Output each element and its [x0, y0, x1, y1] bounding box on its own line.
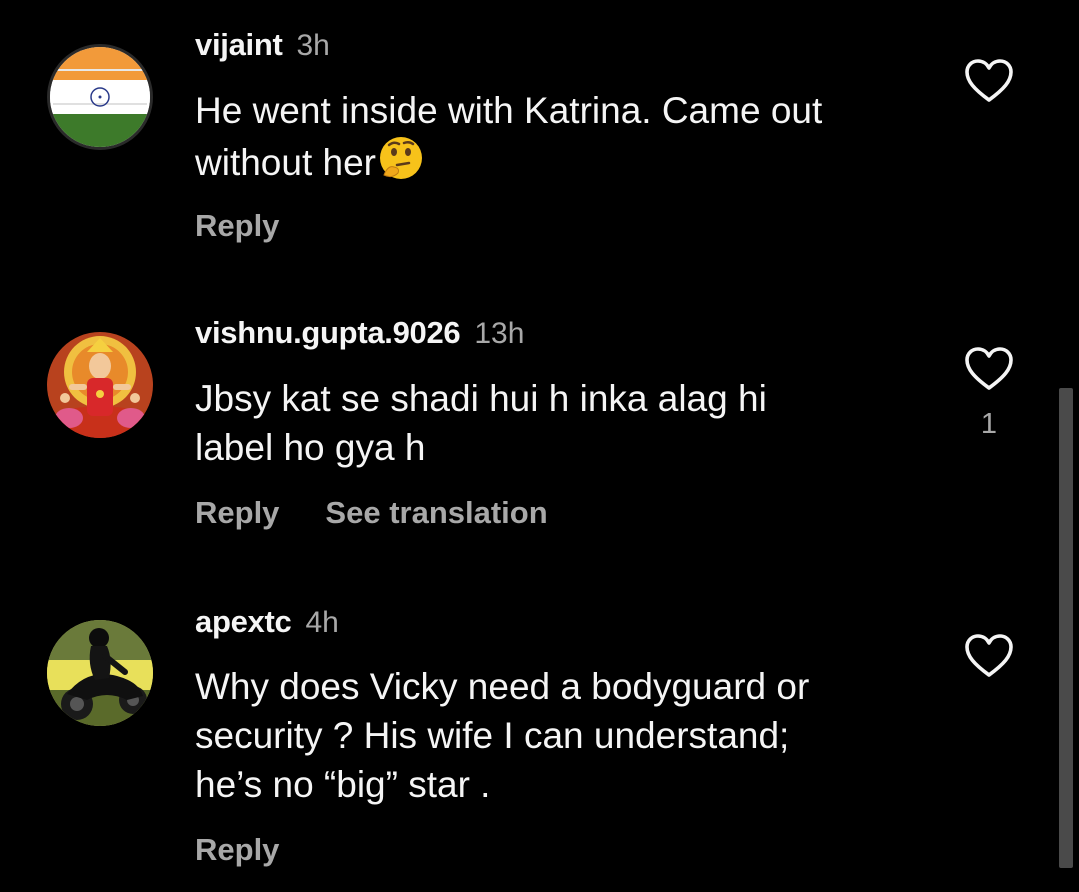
comment-text-line: he’s no “big” star .: [195, 764, 491, 805]
like-count: 1: [980, 408, 998, 440]
see-translation-button[interactable]: See translation: [325, 495, 547, 530]
comment-text-line: without her: [195, 142, 376, 183]
avatar-image: [50, 47, 150, 147]
username[interactable]: vijaint: [195, 27, 283, 62]
heart-outline-icon[interactable]: [964, 58, 1014, 104]
comment-header: apextc 4h: [195, 604, 339, 646]
comment-text-line: He went inside with Katrina. Came out: [195, 90, 823, 131]
comment-text-line: Jbsy kat se shadi hui h inka alag hi: [195, 378, 767, 419]
comment-header: vijaint 3h: [195, 27, 330, 69]
comment-text: Why does Vicky need a bodyguard or secur…: [195, 662, 809, 809]
avatar-image: [47, 620, 153, 726]
comment-text: He went inside with Katrina. Came out wi…: [195, 86, 822, 187]
reply-button[interactable]: Reply: [195, 208, 279, 243]
timestamp: 3h: [296, 29, 330, 62]
scrollbar-thumb[interactable]: [1059, 388, 1073, 868]
reply-button[interactable]: Reply: [195, 832, 279, 867]
comment-text-line: security ? His wife I can understand;: [195, 715, 790, 756]
comment-actions: Reply: [195, 832, 279, 868]
comment-text-line: Why does Vicky need a bodyguard or: [195, 666, 810, 707]
timestamp: 4h: [305, 606, 339, 639]
timestamp: 13h: [474, 317, 525, 350]
username[interactable]: apextc: [195, 604, 292, 639]
heart-outline-icon[interactable]: [964, 346, 1014, 392]
avatar[interactable]: [47, 44, 153, 150]
comment-text: Jbsy kat se shadi hui h inka alag hi lab…: [195, 374, 767, 472]
thinking-face-emoji-icon: [380, 137, 422, 179]
heart-outline-icon[interactable]: [964, 633, 1014, 679]
comment-actions: Reply See translation: [195, 495, 548, 531]
avatar[interactable]: [47, 620, 153, 726]
comment-header: vishnu.gupta.9026 13h: [195, 315, 524, 357]
comment-text-line: label ho gya h: [195, 427, 426, 468]
comment-actions: Reply: [195, 208, 279, 244]
comment-text-line-with-emoji: without her: [195, 135, 822, 187]
username[interactable]: vishnu.gupta.9026: [195, 315, 461, 350]
avatar-image: [47, 332, 153, 438]
avatar[interactable]: [47, 332, 153, 438]
reply-button[interactable]: Reply: [195, 495, 279, 530]
